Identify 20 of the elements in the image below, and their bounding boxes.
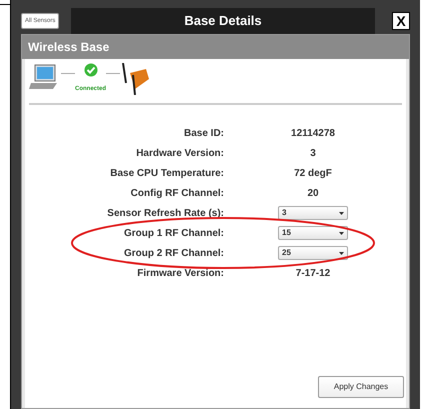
field-value: 7-17-12 xyxy=(296,266,330,280)
panel-title: Wireless Base xyxy=(28,39,110,56)
field-label: Group 2 RF Channel: xyxy=(123,246,224,260)
dropdown[interactable]: 25 xyxy=(278,246,348,260)
dropdown[interactable]: 15 xyxy=(278,226,348,240)
field-label: Sensor Refresh Rate (s): xyxy=(106,206,224,220)
dropdown[interactable]: 3 xyxy=(278,206,348,220)
window-title: Base Details xyxy=(184,12,262,30)
field-label: Firmware Version: xyxy=(136,266,224,280)
field-value: 72 degF xyxy=(294,166,332,180)
close-button[interactable]: X xyxy=(392,12,410,30)
field-value: 20 xyxy=(307,186,319,200)
field-label: Config RF Channel: xyxy=(130,186,224,200)
field-value: 12114278 xyxy=(291,126,335,140)
field-label: Base CPU Temperature: xyxy=(109,166,224,180)
field-value: 3 xyxy=(310,146,316,160)
field-label: Group 1 RF Channel: xyxy=(123,226,224,240)
field-label: Hardware Version: xyxy=(135,146,224,160)
apply-changes-button[interactable]: Apply Changes xyxy=(318,376,404,398)
field-label: Base ID: xyxy=(182,126,224,140)
